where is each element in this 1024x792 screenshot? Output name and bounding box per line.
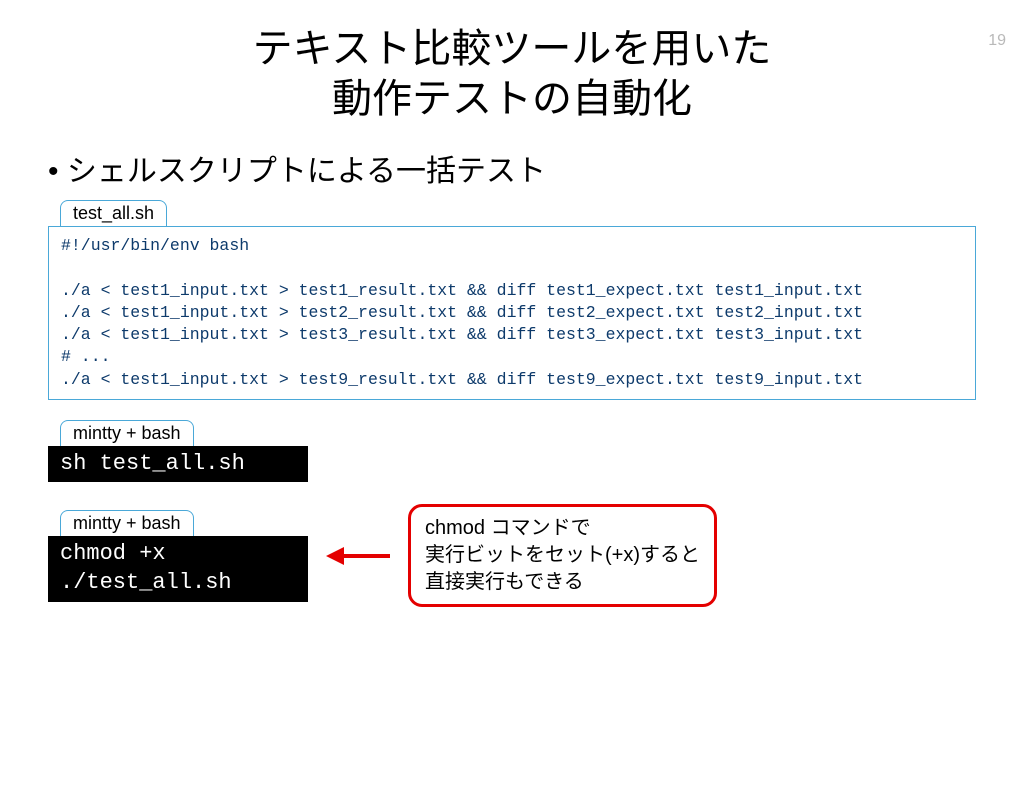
code-block-3: mintty + bash chmod +x ./test_all.sh xyxy=(48,510,308,601)
callout-line: 実行ビットをセット(+x)すると xyxy=(425,544,700,566)
code-content-light: #!/usr/bin/env bash ./a < test1_input.tx… xyxy=(48,226,976,400)
bullet-item: シェルスクリプトによる一括テスト xyxy=(48,146,976,190)
slide-content: シェルスクリプトによる一括テスト test_all.sh #!/usr/bin/… xyxy=(0,146,1024,607)
title-line-1: テキスト比較ツールを用いた xyxy=(253,27,772,71)
code-block-1: test_all.sh #!/usr/bin/env bash ./a < te… xyxy=(48,200,976,400)
arrow-left-icon xyxy=(326,543,390,569)
callout-line: 直接実行もできる xyxy=(425,571,584,593)
title-line-2: 動作テストの自動化 xyxy=(332,77,692,121)
code-content-dark: sh test_all.sh xyxy=(48,446,308,483)
code-block-3-row: mintty + bash chmod +x ./test_all.sh chm… xyxy=(48,504,976,607)
callout-box: chmod コマンドで 実行ビットをセット(+x)すると 直接実行もできる xyxy=(408,504,717,607)
callout-line: chmod コマンドで xyxy=(425,517,591,539)
code-block-2: mintty + bash sh test_all.sh xyxy=(48,420,976,483)
code-tab-label: test_all.sh xyxy=(60,200,167,226)
page-number: 19 xyxy=(988,32,1006,50)
code-tab-label: mintty + bash xyxy=(60,420,194,446)
slide-title: テキスト比較ツールを用いた 動作テストの自動化 xyxy=(0,24,1024,124)
code-content-dark: chmod +x ./test_all.sh xyxy=(48,536,308,601)
code-tab-label: mintty + bash xyxy=(60,510,194,536)
